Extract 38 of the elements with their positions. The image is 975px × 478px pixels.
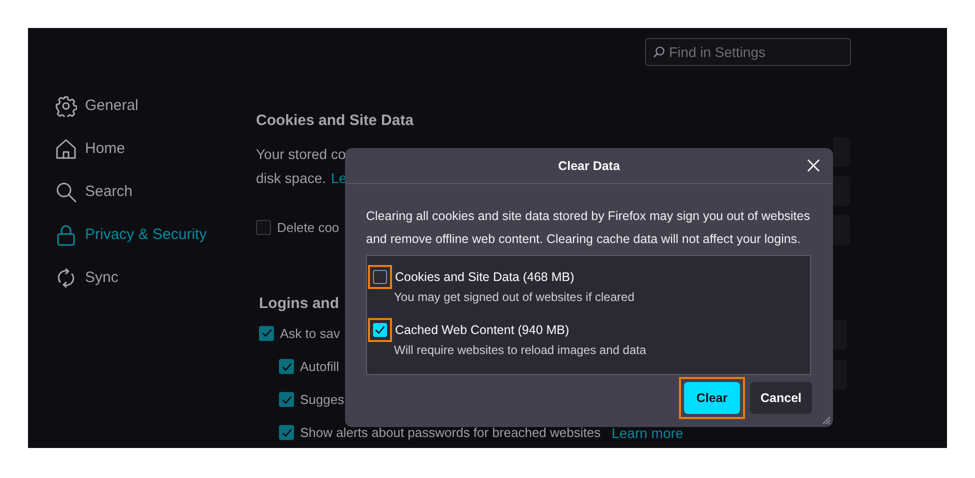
checkbox[interactable]: [373, 270, 387, 284]
learn-more-link[interactable]: Learn more: [612, 424, 684, 440]
checkbox-label: Ask to sav: [280, 326, 340, 340]
option-hint: You may get signed out of websites if cleared: [393, 289, 636, 305]
checkbox-label: Delete coo: [277, 220, 340, 234]
sidebar-item[interactable]: Home: [55, 127, 126, 170]
section-description: Your stored co: [256, 145, 346, 164]
cancel-button[interactable]: Cancel: [750, 382, 812, 414]
checkbox-label: Sugges: [300, 392, 344, 407]
lock-icon: [55, 224, 77, 246]
checkbox-label: Autofill: [300, 359, 340, 374]
dialog-title: Clear Data: [558, 158, 620, 172]
option-hint: Will require websites to reload images and data: [393, 342, 648, 358]
resize-grip-icon[interactable]: [821, 415, 831, 425]
close-icon[interactable]: [807, 159, 820, 172]
checkbox[interactable]: [279, 392, 294, 407]
search-field[interactable]: Find in Settings: [645, 38, 851, 66]
section-description: disk space.: [256, 169, 326, 188]
section-heading: Logins and: [258, 294, 339, 314]
sidebar-item[interactable]: Sync: [55, 256, 118, 299]
checkbox[interactable]: [256, 220, 271, 234]
checkbox-label: Cached Web Content (940 MB): [395, 323, 570, 337]
home-icon: [55, 138, 77, 160]
checkbox[interactable]: [259, 326, 274, 340]
checkbox[interactable]: [279, 359, 294, 374]
checkbox-label: Show alerts about passwords for breached websites: [300, 425, 601, 440]
search-icon: [55, 180, 77, 202]
gear-icon: [55, 94, 77, 116]
section-heading: Cookies and Site Data: [256, 111, 414, 131]
checkbox-label: Cookies and Site Data (468 MB): [395, 270, 574, 284]
dialog-description: Clearing all cookies and site data stored by Firefox may sign you out of websites and remove offline web content. Clearing cache data will not affect your logins.: [366, 208, 811, 248]
search-icon: [653, 46, 665, 58]
sidebar-item[interactable]: General: [55, 84, 138, 127]
sidebar-item[interactable]: Privacy & Security: [55, 213, 207, 256]
sidebar-item[interactable]: Search: [55, 170, 133, 213]
clear-button[interactable]: Clear: [684, 382, 740, 414]
checkbox[interactable]: [279, 425, 294, 440]
sync-icon: [55, 266, 77, 288]
